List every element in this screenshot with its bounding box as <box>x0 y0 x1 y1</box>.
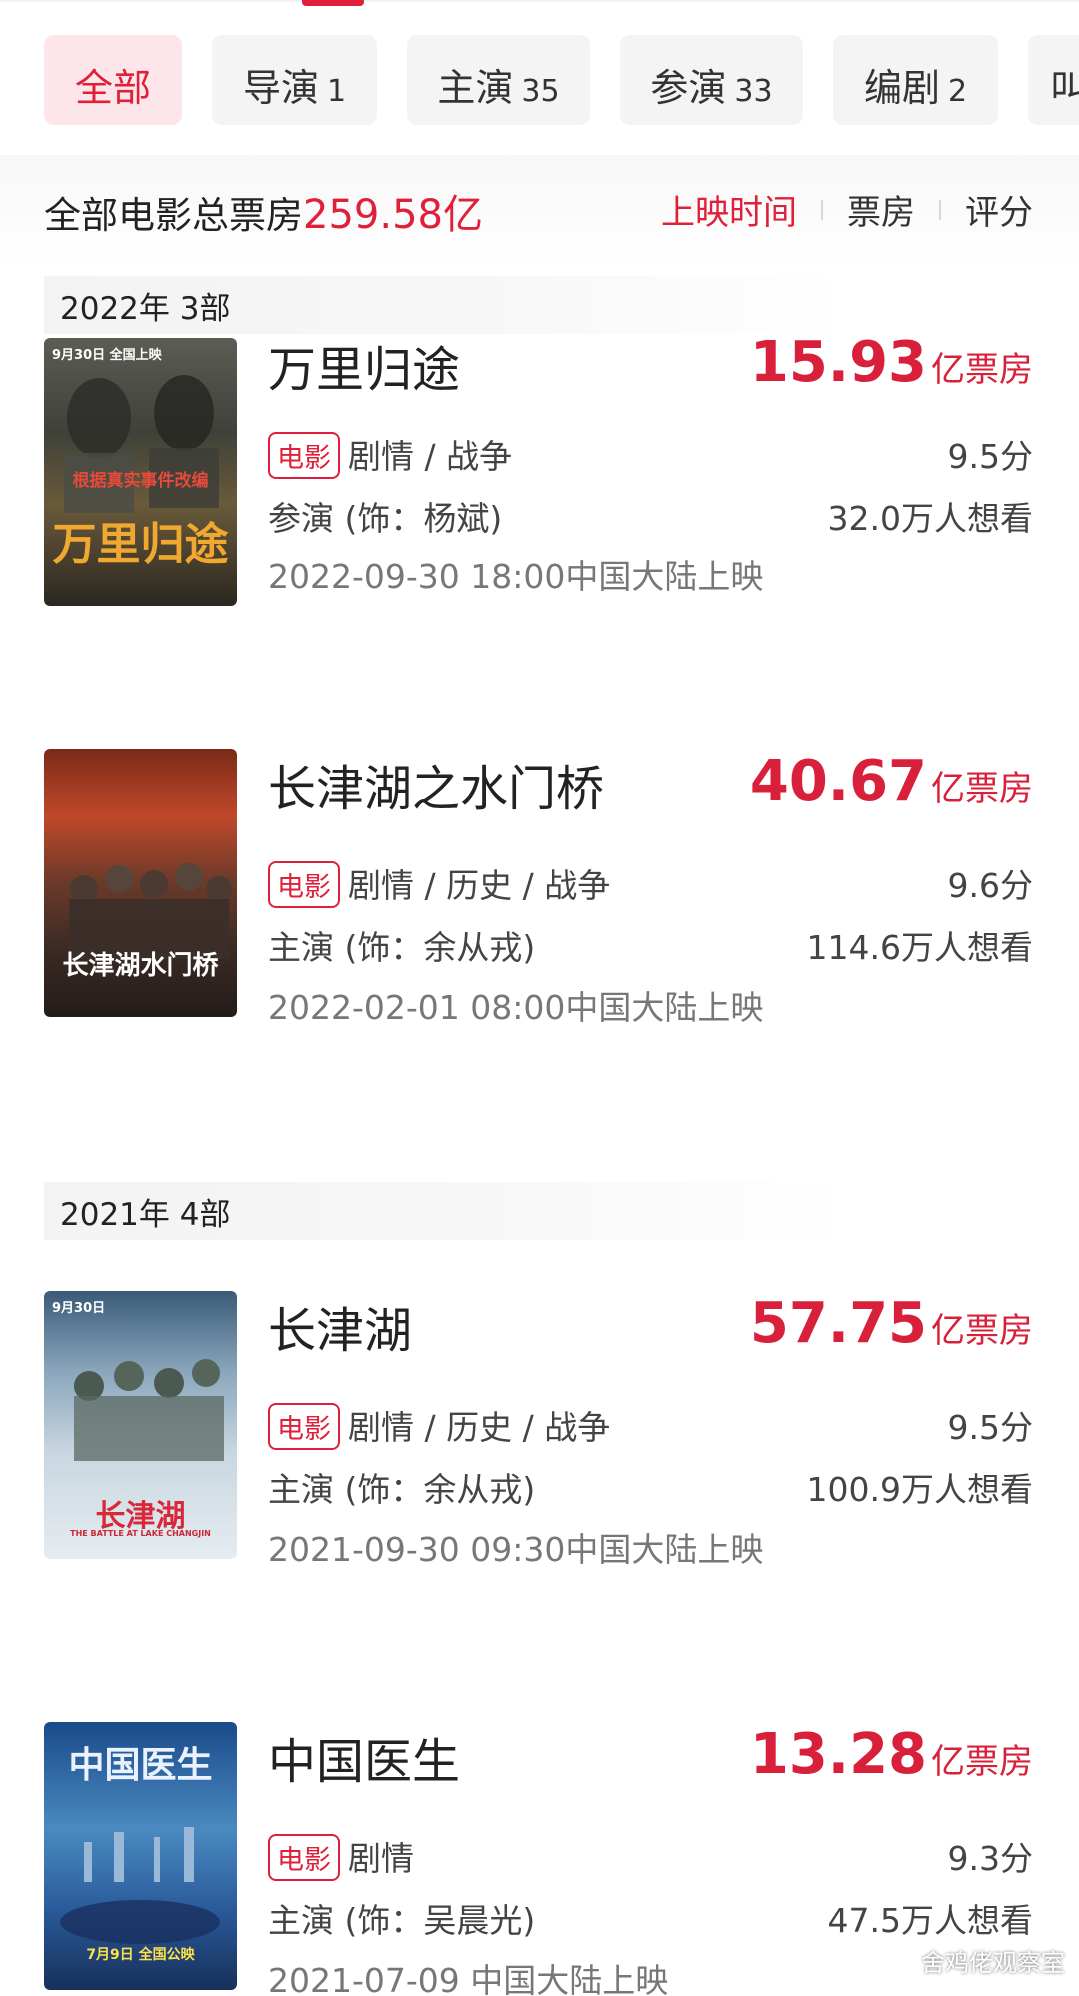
box-office-value: 13.28 <box>749 1722 927 1787</box>
tab-label: 主演 <box>437 66 514 110</box>
want-to-see-count: 114.6万人想看 <box>806 928 1033 967</box>
movie-genre: 剧情 / 历史 / 战争 <box>348 1408 611 1447</box>
release-date: 2021-09-30 09:30中国大陆上映 <box>268 1530 764 1569</box>
movie-genre: 剧情 <box>348 1839 414 1878</box>
tab-more[interactable]: 叫 <box>1028 35 1079 125</box>
movie-score: 9.3分 <box>947 1839 1033 1878</box>
movie-genre: 剧情 / 战争 <box>348 437 513 476</box>
movie-genre: 剧情 / 历史 / 战争 <box>348 866 611 905</box>
sort-by-rating[interactable]: 评分 <box>965 185 1033 234</box>
movie-item[interactable]: 9月30日 长津湖 THE BATTLE AT LAKE CHANGJIN 长津… <box>0 1291 1079 1591</box>
sort-divider <box>821 199 823 220</box>
summary-prefix: 全部电影总票房 <box>44 194 303 237</box>
poster-release-caption: 9月30日 全国上映 <box>52 348 162 363</box>
tab-all[interactable]: 全部 <box>44 35 182 125</box>
movie-type-tag: 电影 <box>268 861 340 908</box>
tab-label: 导演 <box>242 66 319 110</box>
year-header: 2021年 4部 <box>44 1182 844 1240</box>
box-office-unit: 亿票房 <box>931 769 1033 809</box>
box-office-unit: 亿票房 <box>931 1311 1033 1351</box>
movie-poster[interactable]: 长津湖水门桥 <box>44 749 237 1017</box>
tab-label: 全部 <box>74 66 151 110</box>
release-date: 2022-02-01 08:00中国大陆上映 <box>268 988 764 1027</box>
movie-item[interactable]: 长津湖水门桥 长津湖之水门桥 40.67 亿票房 电影 剧情 / 历史 / 战争… <box>0 749 1079 1049</box>
tab-count: 35 <box>521 74 560 109</box>
movie-poster[interactable]: 9月30日 全国上映 根据真实事件改编 万里归途 <box>44 338 237 606</box>
movie-title[interactable]: 中国医生 <box>268 1722 460 1792</box>
box-office: 15.93 亿票房 <box>750 330 1033 395</box>
movie-title[interactable]: 万里归途 <box>268 330 460 400</box>
box-office-value: 57.75 <box>749 1291 927 1356</box>
sort-options: 上映时间 票房 评分 <box>661 185 1033 234</box>
sort-divider <box>939 199 941 220</box>
tab-lead-actor[interactable]: 主演 35 <box>407 35 590 125</box>
tab-count: 33 <box>734 74 773 109</box>
tab-count: 2 <box>947 74 968 109</box>
year-header: 2022年 3部 <box>44 276 844 334</box>
movie-role: 主演 (饰：吴晨光) <box>268 1901 536 1940</box>
want-to-see-count: 47.5万人想看 <box>827 1901 1033 1940</box>
movie-role: 参演 (饰：杨斌) <box>268 499 503 538</box>
movie-title[interactable]: 长津湖之水门桥 <box>268 749 604 819</box>
poster-title: 万里归途 <box>52 519 229 570</box>
movie-type-tag: 电影 <box>268 1834 340 1881</box>
poster-release-caption: 9月30日 <box>52 1301 106 1316</box>
release-date: 2021-07-09 中国大陆上映 <box>268 1961 669 1996</box>
top-divider <box>0 0 1079 2</box>
box-office: 13.28 亿票房 <box>750 1722 1033 1787</box>
want-to-see-count: 32.0万人想看 <box>827 499 1033 538</box>
box-office-unit: 亿票房 <box>931 1742 1033 1782</box>
movie-score: 9.5分 <box>947 437 1033 476</box>
box-office-value: 40.67 <box>749 749 927 814</box>
movie-title[interactable]: 长津湖 <box>268 1291 412 1361</box>
movie-poster[interactable]: 中国医生 7月9日 全国公映 <box>44 1722 237 1990</box>
tab-screenwriter[interactable]: 编剧 2 <box>833 35 998 125</box>
box-office: 40.67 亿票房 <box>750 749 1033 814</box>
sort-by-box-office[interactable]: 票房 <box>847 185 915 234</box>
movie-item[interactable]: 9月30日 全国上映 根据真实事件改编 万里归途 万里归途 15.93 亿票房 … <box>0 330 1079 638</box>
box-office-value: 15.93 <box>749 330 927 395</box>
poster-release-caption: 7月9日 全国公映 <box>86 1947 195 1963</box>
movie-score: 9.5分 <box>947 1408 1033 1447</box>
tab-director[interactable]: 导演 1 <box>212 35 377 125</box>
sort-by-release-date[interactable]: 上映时间 <box>661 185 797 234</box>
summary-total: 259.58亿 <box>303 192 483 238</box>
movie-poster[interactable]: 9月30日 长津湖 THE BATTLE AT LAKE CHANGJIN <box>44 1291 237 1559</box>
box-office-unit: 亿票房 <box>931 350 1033 390</box>
poster-tagline: 根据真实事件改编 <box>72 471 209 491</box>
movie-item[interactable]: 中国医生 7月9日 全国公映 中国医生 13.28 亿票房 电影 剧情 9.3分… <box>0 1722 1079 1996</box>
watermark: 舍鸡佬观察室 <box>921 1949 1065 1977</box>
movie-type-tag: 电影 <box>268 1403 340 1450</box>
nav-active-indicator <box>302 0 364 6</box>
tab-supporting-actor[interactable]: 参演 33 <box>620 35 803 125</box>
tab-label: 编剧 <box>863 66 940 110</box>
movie-role: 主演 (饰：余从戎) <box>268 928 536 967</box>
movie-type-tag: 电影 <box>268 432 340 479</box>
box-office: 57.75 亿票房 <box>750 1291 1033 1356</box>
tab-label: 参演 <box>650 66 727 110</box>
release-date: 2022-09-30 18:00中国大陆上映 <box>268 557 764 596</box>
movie-score: 9.6分 <box>947 866 1033 905</box>
want-to-see-count: 100.9万人想看 <box>806 1470 1033 1509</box>
poster-title: 中国医生 <box>68 1745 213 1786</box>
movie-role: 主演 (饰：余从戎) <box>268 1470 536 1509</box>
total-box-office-summary: 全部电影总票房259.58亿 <box>44 182 483 240</box>
poster-subtitle: THE BATTLE AT LAKE CHANGJIN <box>70 1529 211 1538</box>
tab-label: 叫 <box>1050 66 1079 110</box>
tab-count: 1 <box>326 74 347 109</box>
role-filter-tabs: 全部 导演 1 主演 35 参演 33 编剧 2 叫 <box>44 35 1079 125</box>
poster-title: 长津湖水门桥 <box>62 951 219 981</box>
